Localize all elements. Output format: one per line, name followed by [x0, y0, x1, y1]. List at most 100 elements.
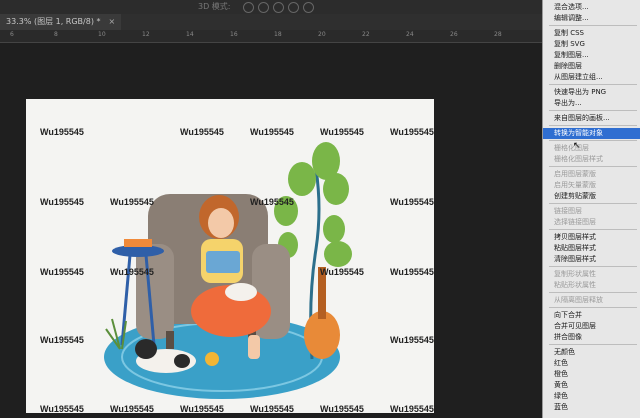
menu-separator	[549, 125, 637, 126]
scale-icon[interactable]	[303, 2, 314, 13]
menu-item[interactable]: 向下合并	[543, 310, 640, 321]
watermark: Wu195545	[110, 267, 154, 277]
horizontal-ruler[interactable]: 6 8 10 12 14 16 18 20 22 24 26 28	[0, 30, 545, 43]
ruler-tick: 18	[274, 31, 282, 38]
pan-icon[interactable]	[273, 2, 284, 13]
menu-item: 栅格化图层样式	[554, 155, 603, 163]
menu-item: 粘贴形状属性	[554, 281, 596, 289]
watermark: Wu195545	[390, 127, 434, 137]
menu-item[interactable]: 无颜色	[543, 347, 640, 358]
menu-separator	[549, 140, 637, 141]
watermark: Wu195545	[180, 404, 224, 413]
yarn-ball	[205, 352, 219, 366]
menu-item[interactable]: 来自图层的画板...	[543, 113, 640, 124]
menu-item[interactable]: 复制 CSS	[543, 28, 640, 39]
menu-separator	[549, 344, 637, 345]
menu-item[interactable]: 复制 SVG	[543, 39, 640, 50]
menu-item: 启用图层蒙版	[554, 170, 596, 178]
ruler-tick: 26	[450, 31, 458, 38]
menu-item[interactable]: 绿色	[543, 391, 640, 402]
watermark: Wu195545	[320, 267, 364, 277]
menu-item[interactable]: 导出为...	[543, 98, 640, 109]
menu-separator	[549, 203, 637, 204]
ruler-tick: 12	[142, 31, 150, 38]
menu-separator	[549, 229, 637, 230]
watermark: Wu195545	[40, 404, 84, 413]
watermark: Wu195545	[40, 267, 84, 277]
menu-item[interactable]: 转换为智能对象	[543, 128, 640, 139]
watermark: Wu195545	[250, 404, 294, 413]
roll-icon[interactable]	[258, 2, 269, 13]
watermark: Wu195545	[390, 197, 434, 207]
watermark: Wu195545	[250, 197, 294, 207]
watermark: Wu195545	[390, 335, 434, 345]
watermark: Wu195545	[40, 197, 84, 207]
document-canvas[interactable]: Wu195545 Wu195545 Wu195545 Wu195545 Wu19…	[26, 99, 434, 413]
ruler-tick: 14	[186, 31, 194, 38]
menu-item[interactable]: 编辑调整...	[543, 13, 640, 24]
slide-icon[interactable]	[288, 2, 299, 13]
menu-item[interactable]: 删除图层	[543, 61, 640, 72]
menu-separator	[549, 166, 637, 167]
watermark: Wu195545	[40, 335, 84, 345]
options-bar: 3D 模式:	[0, 0, 545, 15]
3d-mode-label: 3D 模式:	[198, 2, 231, 11]
illustration	[104, 142, 352, 399]
leaf	[323, 173, 349, 205]
close-tab-icon[interactable]: ×	[109, 17, 116, 26]
orbit-icon[interactable]	[243, 2, 254, 13]
menu-separator	[549, 266, 637, 267]
menu-item: 启用矢量蒙版	[554, 181, 596, 189]
menu-item[interactable]: 复制图层...	[543, 50, 640, 61]
watermark: Wu195545	[250, 127, 294, 137]
leaf	[324, 241, 352, 267]
menu-item[interactable]: 黄色	[543, 380, 640, 391]
menu-item[interactable]: 快速导出为 PNG	[543, 87, 640, 98]
menu-item[interactable]: 蓝色	[543, 402, 640, 413]
cat	[225, 283, 257, 301]
menu-separator	[549, 84, 637, 85]
menu-item[interactable]: 红色	[543, 358, 640, 369]
menu-item: 复制形状属性	[554, 270, 596, 278]
watermark: Wu195545	[180, 127, 224, 137]
ruler-tick: 16	[230, 31, 238, 38]
menu-item[interactable]: 拷贝图层样式	[543, 232, 640, 243]
menu-item[interactable]: 橙色	[543, 369, 640, 380]
ruler-tick: 24	[406, 31, 414, 38]
menu-separator	[549, 25, 637, 26]
menu-item[interactable]: 粘贴图层样式	[543, 243, 640, 254]
books-on-table	[124, 239, 152, 247]
menu-item[interactable]: 拼合图像	[543, 332, 640, 343]
ruler-tick: 10	[98, 31, 106, 38]
girl-face	[208, 208, 234, 238]
menu-item[interactable]: 清除图层样式	[543, 254, 640, 265]
document-tab-bar: 33.3% (图层 1, RGB/8) * ×	[0, 14, 545, 30]
layer-context-menu: 混合选项... 编辑调整... 复制 CSS 复制 SVG 复制图层... 删除图层 从图层…	[542, 0, 640, 418]
menu-item[interactable]: 混合选项...	[543, 2, 640, 13]
photoshop-window: 3D 模式: 33.3% (图层 1, RGB/8) * × 6 8 10 12 …	[0, 0, 640, 418]
menu-item[interactable]: 创建剪贴蒙版	[543, 191, 640, 202]
menu-separator	[549, 110, 637, 111]
leaf	[288, 162, 316, 196]
watermark: Wu195545	[390, 404, 434, 413]
leaf	[323, 215, 345, 243]
ruler-tick: 20	[318, 31, 326, 38]
watermark: Wu195545	[110, 404, 154, 413]
menu-item[interactable]: 从图层建立组...	[543, 72, 640, 83]
book	[206, 251, 240, 273]
ruler-tick: 6	[10, 31, 14, 38]
mouse-cursor-icon: ↖	[573, 141, 581, 151]
watermark: Wu195545	[320, 127, 364, 137]
document-tab[interactable]: 33.3% (图层 1, RGB/8) * ×	[0, 14, 122, 30]
watermark: Wu195545	[110, 197, 154, 207]
menu-item: 链接图层	[554, 207, 582, 215]
menu-separator	[549, 307, 637, 308]
menu-item[interactable]: 合并可见图层	[543, 321, 640, 332]
menu-item: 选择链接图层	[554, 218, 596, 226]
menu-item: 从隔离图层释放	[554, 296, 603, 304]
ruler-tick: 8	[54, 31, 58, 38]
menu-separator	[549, 292, 637, 293]
menu-item: 栅格化图层	[554, 144, 589, 152]
watermark: Wu195545	[40, 127, 84, 137]
ruler-tick: 28	[494, 31, 502, 38]
